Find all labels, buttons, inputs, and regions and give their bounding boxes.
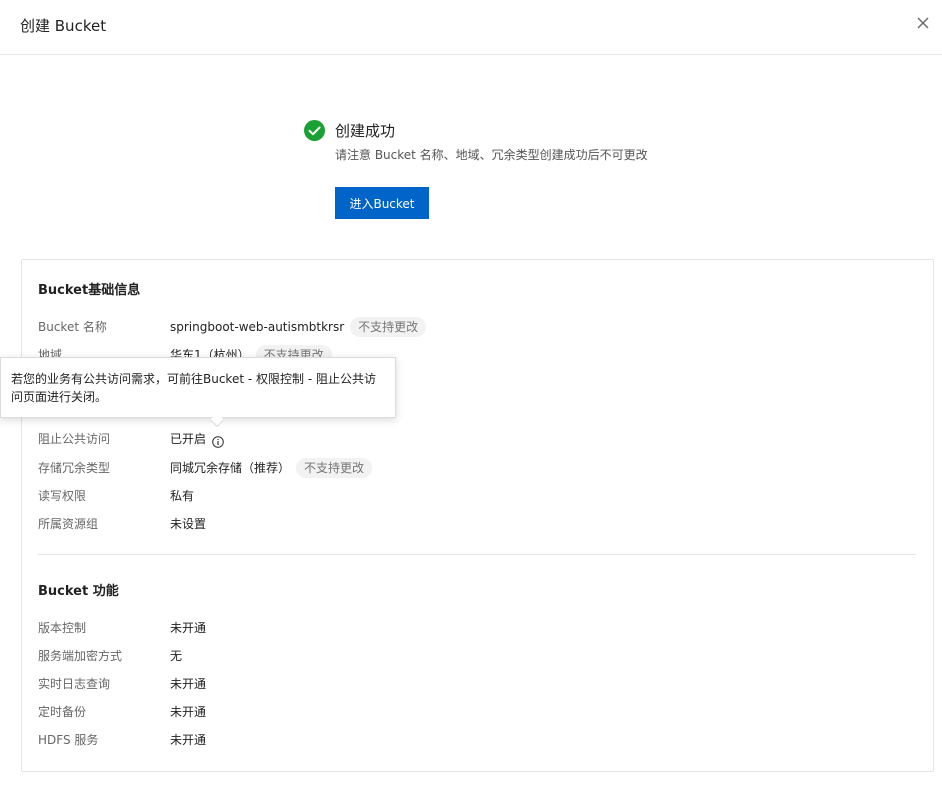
tooltip-text: 若您的业务有公共访问需求，可前往Bucket - 权限控制 - 阻止公共访问页面… [11,372,376,404]
close-icon[interactable] [914,14,932,32]
enter-bucket-button[interactable]: 进入Bucket [335,187,429,219]
row-label: 定时备份 [38,705,87,719]
feature-row-encryption: 服务端加密方式 无 [38,646,918,666]
row-value: 同城冗余存储（推荐） 不支持更改 [170,458,373,478]
section-divider [38,554,916,555]
row-value: springboot-web-autismbtkrsr 不支持更改 [170,317,427,337]
feature-row-hdfs: HDFS 服务 未开通 [38,730,918,750]
resource-group-value: 未设置 [170,517,207,531]
bucket-info-panel: Bucket基础信息 Bucket 名称 springboot-web-auti… [21,259,934,772]
info-row-block-public-access: 阻止公共访问 已开启 [38,429,918,449]
row-value: 未开通 [170,677,207,691]
row-value: 未开通 [170,621,207,635]
row-label: 实时日志查询 [38,677,111,691]
info-row-acl: 读写权限 私有 [38,486,918,506]
block-public-access-tooltip: 若您的业务有公共访问需求，可前往Bucket - 权限控制 - 阻止公共访问页面… [0,357,396,428]
row-value: 无 [170,649,183,663]
row-label: 所属资源组 [38,517,99,531]
info-row-resource-group: 所属资源组 未设置 [38,514,918,534]
basic-info-title: Bucket基础信息 [38,283,141,298]
feature-row-scheduled-backup: 定时备份 未开通 [38,702,918,722]
acl-value: 私有 [170,489,195,503]
row-label: HDFS 服务 [38,733,99,747]
not-modifiable-tag: 不支持更改 [296,458,373,478]
bucket-name-value: springboot-web-autismbtkrsr [170,320,345,334]
row-label: 阻止公共访问 [38,432,111,446]
info-row-redundancy-type: 存储冗余类型 同城冗余存储（推荐） 不支持更改 [38,458,918,478]
success-description: 请注意 Bucket 名称、地域、冗余类型创建成功后不可更改 [335,148,648,162]
features-title: Bucket 功能 [38,584,119,599]
feature-row-versioning: 版本控制 未开通 [38,618,918,638]
success-title: 创建成功 [335,122,396,140]
row-value: 已开启 [170,429,224,449]
info-row-bucket-name: Bucket 名称 springboot-web-autismbtkrsr 不支持… [38,317,918,337]
not-modifiable-tag: 不支持更改 [350,317,427,337]
row-label: 存储冗余类型 [38,461,111,475]
row-value: 未开通 [170,733,207,747]
check-circle-icon [304,120,325,141]
dialog-title: 创建 Bucket [20,17,107,35]
block-public-access-value: 已开启 [170,432,207,446]
dialog-header: 创建 Bucket [0,0,942,55]
row-label: Bucket 名称 [38,320,107,334]
row-label: 读写权限 [38,489,87,503]
feature-row-realtime-log: 实时日志查询 未开通 [38,674,918,694]
row-label: 服务端加密方式 [38,649,123,663]
row-label: 版本控制 [38,621,87,635]
info-icon[interactable] [212,434,224,448]
redundancy-value: 同城冗余存储（推荐） [170,461,291,475]
row-value: 未开通 [170,705,207,719]
